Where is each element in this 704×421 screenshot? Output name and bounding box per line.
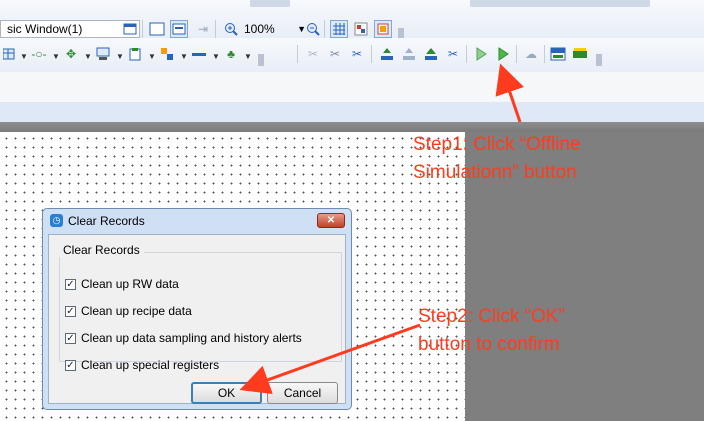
arrow-to-ok-button bbox=[239, 323, 421, 394]
annotation-arrows bbox=[239, 63, 524, 394]
arrow-to-offline-simulation bbox=[495, 63, 524, 123]
